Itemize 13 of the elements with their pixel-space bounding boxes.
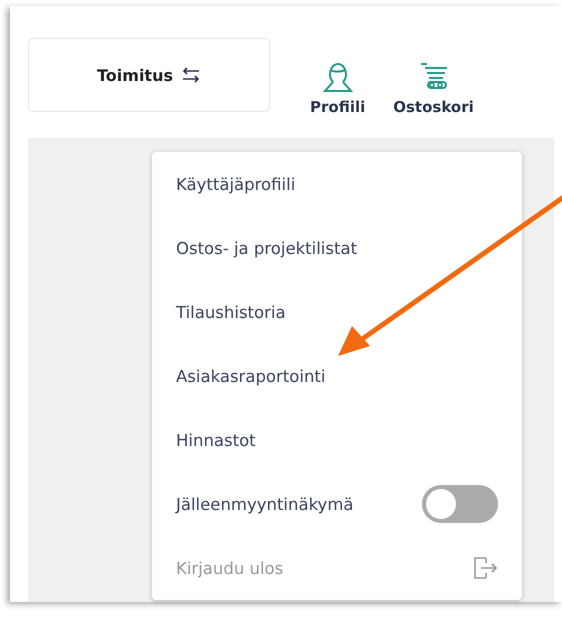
logout-icon[interactable] <box>472 556 498 580</box>
swap-arrows-icon <box>180 67 201 83</box>
menu-item[interactable]: Tilaushistoria <box>176 302 286 322</box>
menu-item[interactable]: Käyttäjäprofiili <box>176 174 296 194</box>
menu-item[interactable]: Hinnastot <box>176 430 256 450</box>
menu-item[interactable]: Asiakasraportointi <box>176 366 326 386</box>
menu-item[interactable]: Ostos- ja projektilistat <box>176 238 358 258</box>
nav-link[interactable]: Profiili <box>310 62 366 116</box>
toggle-label: Jälleenmyyntinäkymä <box>176 494 354 514</box>
user-icon <box>320 62 355 94</box>
delivery-button[interactable]: Toimitus <box>28 38 270 112</box>
toggle-switch[interactable] <box>422 485 498 523</box>
nav-link[interactable]: Ostoskori <box>393 62 474 116</box>
